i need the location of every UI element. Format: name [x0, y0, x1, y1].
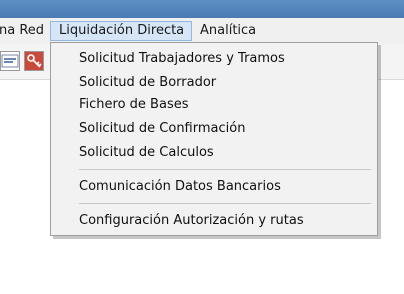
menu-separator: [79, 169, 371, 170]
menu-item-solicitud-borrador[interactable]: Solicitud de Borrador: [79, 72, 216, 94]
menu-red[interactable]: na Red: [0, 21, 49, 41]
document-edit-icon[interactable]: [0, 51, 20, 71]
menu-item-comunicacion-datos-bancarios[interactable]: Comunicación Datos Bancarios: [79, 176, 281, 198]
menu-item-fichero-bases[interactable]: Fichero de Bases: [79, 94, 188, 116]
menu-item-solicitud-calculos[interactable]: Solicitud de Calculos: [79, 142, 214, 164]
menu-separator: [79, 203, 371, 204]
liquidacion-directa-dropdown: Solicitud Trabajadores y Tramos Solicitu…: [50, 42, 378, 236]
key-icon[interactable]: [24, 51, 44, 71]
menu-item-configuracion-autorizacion-rutas[interactable]: Configuración Autorización y rutas: [79, 210, 304, 232]
menu-item-solicitud-confirmacion[interactable]: Solicitud de Confirmación: [79, 118, 245, 140]
menu-bar: na Red Liquidación Directa Analítica: [0, 18, 404, 44]
menu-liquidacion-directa[interactable]: Liquidación Directa: [50, 21, 192, 41]
menu-analitica[interactable]: Analítica: [200, 21, 270, 41]
window-titlebar: [0, 0, 404, 18]
menu-item-solicitud-trabajadores-tramos[interactable]: Solicitud Trabajadores y Tramos: [79, 48, 285, 70]
